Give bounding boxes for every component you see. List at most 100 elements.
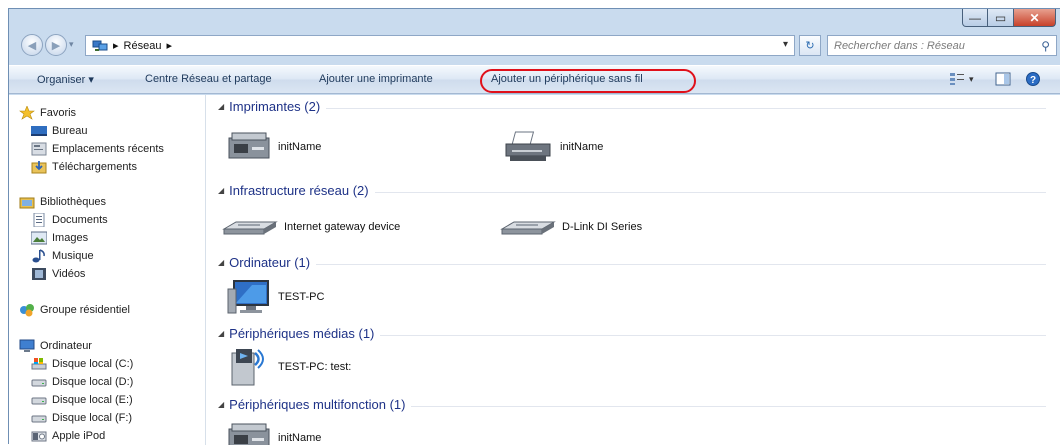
view-options-chevron-icon[interactable]: ▾ <box>969 74 974 85</box>
nav-label: Musique <box>52 250 94 262</box>
images-icon <box>31 231 47 245</box>
svg-text:?: ? <box>1030 75 1036 86</box>
nav-label: Ordinateur <box>40 340 92 352</box>
documents-icon <box>33 213 45 227</box>
group-header-printers[interactable]: ◢ Imprimantes (2) <box>206 99 1046 119</box>
device-item[interactable]: initName <box>226 130 321 164</box>
group-header-computer[interactable]: ◢ Ordinateur (1) <box>206 255 1046 275</box>
forward-arrow-icon: ▶ <box>51 39 61 52</box>
nav-libraries[interactable]: Bibliothèques <box>19 195 106 209</box>
device-name: TEST-PC: test: <box>278 361 352 373</box>
nav-computer[interactable]: Ordinateur <box>19 339 92 353</box>
nav-drive-f[interactable]: Disque local (F:) <box>31 411 132 425</box>
nav-label: Bureau <box>52 125 88 137</box>
group-header-multifunction-devices[interactable]: ◢ Périphériques multifonction (1) <box>206 397 1046 417</box>
nav-label: Téléchargements <box>52 161 137 173</box>
group-divider <box>218 108 1046 109</box>
back-arrow-icon: ◀ <box>27 39 37 52</box>
device-item[interactable]: initName <box>502 130 603 164</box>
organize-menu[interactable]: Organiser ▾ <box>37 73 94 86</box>
device-item[interactable]: TEST-PC <box>226 279 324 315</box>
help-icon[interactable]: ? <box>1025 72 1041 86</box>
network-icon <box>92 40 108 51</box>
music-icon <box>32 249 45 263</box>
nav-label: Groupe résidentiel <box>40 304 130 316</box>
red-highlight-circle <box>480 69 696 93</box>
computer-icon <box>19 339 35 352</box>
printer-icon <box>505 131 551 161</box>
address-bar[interactable]: ▸ Réseau ▸ ▾ <box>85 35 795 56</box>
search-icon[interactable]: ⚲ <box>1041 39 1050 53</box>
device-name: D-Link DI Series <box>562 221 643 233</box>
device-name: Internet gateway device <box>284 221 401 233</box>
nav-label: Bibliothèques <box>40 196 107 208</box>
crumb-separator[interactable]: ▸ <box>113 39 119 52</box>
recent-places-icon <box>31 142 47 156</box>
device-name: TEST-PC <box>278 291 325 303</box>
refresh-button[interactable]: ↻ <box>799 35 821 56</box>
nav-label: Favoris <box>40 107 77 119</box>
minimize-button[interactable]: — <box>962 9 988 27</box>
address-dropdown-icon[interactable]: ▾ <box>783 39 788 50</box>
group-header-network-infrastructure[interactable]: ◢ Infrastructure réseau (2) <box>206 183 1046 203</box>
nav-documents[interactable]: Documents <box>31 213 108 227</box>
maximize-button[interactable]: ▭ <box>988 9 1014 27</box>
nav-label: Images <box>52 232 89 244</box>
device-name: initName <box>278 141 322 153</box>
device-name: initName <box>560 141 604 153</box>
homegroup-icon <box>20 304 34 317</box>
device-item[interactable]: initName <box>226 421 321 445</box>
recent-pages-chevron-icon[interactable]: ▾ <box>69 39 74 50</box>
device-item[interactable]: TEST-PC: test: <box>228 347 351 387</box>
group-title: Périphériques multifonction (1) <box>229 397 406 412</box>
nav-label: Emplacements récents <box>52 143 164 155</box>
nav-recent-places[interactable]: Emplacements récents <box>31 142 201 156</box>
nav-music[interactable]: Musique <box>31 249 94 263</box>
back-button[interactable]: ◀ <box>21 34 43 56</box>
forward-button[interactable]: ▶ <box>45 34 67 56</box>
address-location[interactable]: Réseau <box>124 40 162 52</box>
device-item[interactable]: Internet gateway device <box>222 217 400 237</box>
multifunction-printer-icon <box>228 423 270 445</box>
nav-label: Documents <box>52 214 108 226</box>
close-button[interactable]: ✕ <box>1014 9 1056 27</box>
nav-favorites[interactable]: Favoris <box>19 106 76 120</box>
downloads-folder-icon <box>31 161 47 174</box>
star-icon <box>19 106 35 120</box>
nav-homegroup[interactable]: Groupe résidentiel <box>19 303 130 317</box>
crumb-separator[interactable]: ▸ <box>166 39 172 52</box>
nav-label: Apple iPod <box>52 430 106 442</box>
explorer-window: — ▭ ✕ ◀ ▶ ▾ ▸ Réseau ▸ ▾ ↻ Rechercher da… <box>8 8 1060 445</box>
collapse-triangle-icon[interactable]: ◢ <box>218 258 224 267</box>
group-title: Périphériques médias (1) <box>229 326 375 341</box>
collapse-triangle-icon[interactable]: ◢ <box>218 186 224 195</box>
collapse-triangle-icon[interactable]: ◢ <box>218 400 224 409</box>
nav-images[interactable]: Images <box>31 231 88 245</box>
refresh-icon: ↻ <box>805 40 815 52</box>
nav-downloads[interactable]: Téléchargements <box>31 160 137 174</box>
nav-apple-ipod[interactable]: Apple iPod <box>31 429 105 443</box>
nav-drive-e[interactable]: Disque local (E:) <box>31 393 133 407</box>
nav-label: Disque local (D:) <box>52 376 134 388</box>
network-sharing-center-button[interactable]: Centre Réseau et partage <box>145 73 272 85</box>
preview-pane-icon[interactable] <box>995 72 1011 86</box>
view-options-icon[interactable] <box>949 72 965 86</box>
router-icon <box>500 221 556 235</box>
media-server-icon <box>231 349 264 386</box>
nav-drive-d[interactable]: Disque local (D:) <box>31 375 133 389</box>
nav-drive-c[interactable]: Disque local (C:) <box>31 357 133 371</box>
device-item[interactable]: D-Link DI Series <box>500 217 642 237</box>
nav-videos[interactable]: Vidéos <box>31 267 85 281</box>
collapse-triangle-icon[interactable]: ◢ <box>218 102 224 111</box>
cropped-page-heading <box>0 0 1060 8</box>
search-box[interactable]: Rechercher dans : Réseau ⚲ <box>827 35 1057 56</box>
group-header-media-devices[interactable]: ◢ Périphériques médias (1) <box>206 326 1046 346</box>
group-divider <box>218 264 1046 265</box>
collapse-triangle-icon[interactable]: ◢ <box>218 329 224 338</box>
search-placeholder[interactable]: Rechercher dans : Réseau <box>834 40 1041 52</box>
address-row: ◀ ▶ ▾ ▸ Réseau ▸ ▾ ↻ Rechercher dans : R… <box>9 31 1060 61</box>
nav-label: Disque local (F:) <box>52 412 133 424</box>
add-printer-button[interactable]: Ajouter une imprimante <box>319 73 433 85</box>
nav-desktop[interactable]: Bureau <box>31 124 87 138</box>
group-title: Ordinateur (1) <box>229 255 311 270</box>
